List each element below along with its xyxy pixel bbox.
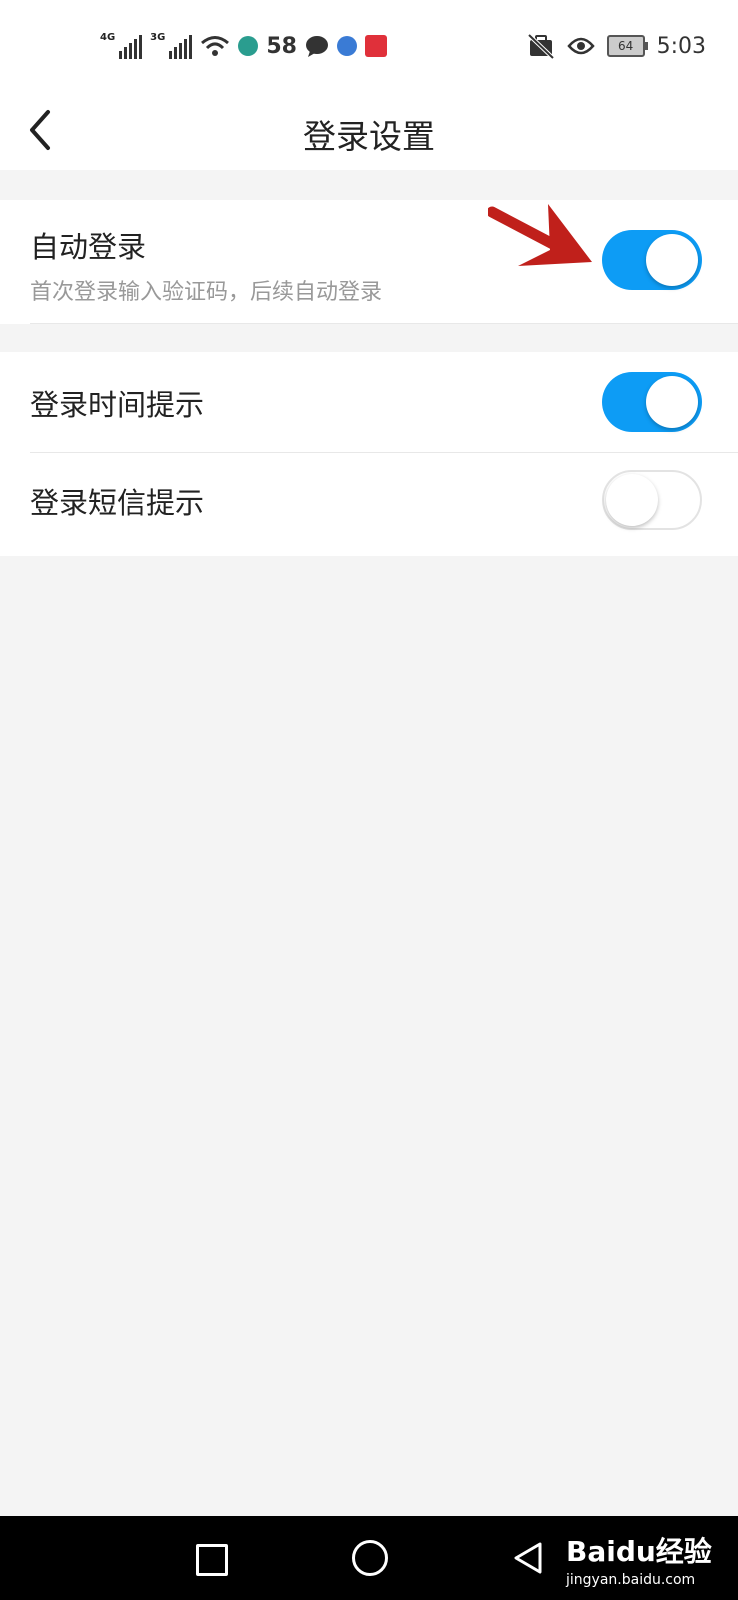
toggle-knob <box>646 376 698 428</box>
signal-icon-sim1: 4G <box>100 32 143 59</box>
clock: 5:03 <box>656 33 706 59</box>
divider <box>30 323 738 324</box>
battery-level: 64 <box>617 39 634 53</box>
eye-icon <box>566 37 595 55</box>
do-not-disturb-icon <box>527 33 554 59</box>
system-nav-bar: Baidu经验 jingyan.baidu.com <box>0 1516 738 1600</box>
login-time-tip-toggle[interactable] <box>602 372 702 432</box>
message-icon <box>305 36 328 57</box>
annotation-arrow-icon <box>488 204 592 266</box>
status-left: 4G 3G 58 <box>100 28 387 64</box>
network-type-2: 3G <box>150 32 166 43</box>
settings-group-login-tips: 登录时间提示 登录短信提示 <box>0 352 738 556</box>
status-bar: 4G 3G 58 64 5:03 <box>0 0 738 90</box>
home-button[interactable] <box>352 1540 388 1576</box>
settings-group-auto-login: 自动登录 首次登录输入验证码，后续自动登录 <box>0 200 738 324</box>
toggle-knob <box>606 474 658 526</box>
login-sms-tip-label: 登录短信提示 <box>30 486 205 520</box>
auto-login-description: 首次登录输入验证码，后续自动登录 <box>30 280 383 305</box>
login-time-tip-label: 登录时间提示 <box>30 388 205 422</box>
toggle-knob <box>646 234 698 286</box>
status-right: 64 5:03 <box>527 28 706 64</box>
page-title: 登录设置 <box>303 117 435 156</box>
notification-count: 58 <box>266 33 297 59</box>
auto-login-label: 自动登录 <box>30 230 147 264</box>
battery-icon: 64 <box>606 35 648 57</box>
recent-apps-button[interactable] <box>196 1544 228 1576</box>
network-type-1: 4G <box>100 32 116 43</box>
app-notification-icon <box>336 36 357 56</box>
watermark-url: jingyan.baidu.com <box>566 1572 696 1588</box>
back-triangle-icon[interactable] <box>508 1538 548 1578</box>
login-sms-tip-toggle[interactable] <box>602 470 702 530</box>
title-bar: 登录设置 <box>0 90 738 170</box>
signal-icon-sim2: 3G <box>150 32 193 59</box>
divider <box>30 452 738 453</box>
shopping-app-icon <box>364 35 387 57</box>
wifi-icon <box>201 36 230 56</box>
baidu-watermark: Baidu经验 <box>566 1535 712 1568</box>
auto-login-toggle[interactable] <box>602 230 702 290</box>
china-mobile-icon <box>238 36 259 56</box>
